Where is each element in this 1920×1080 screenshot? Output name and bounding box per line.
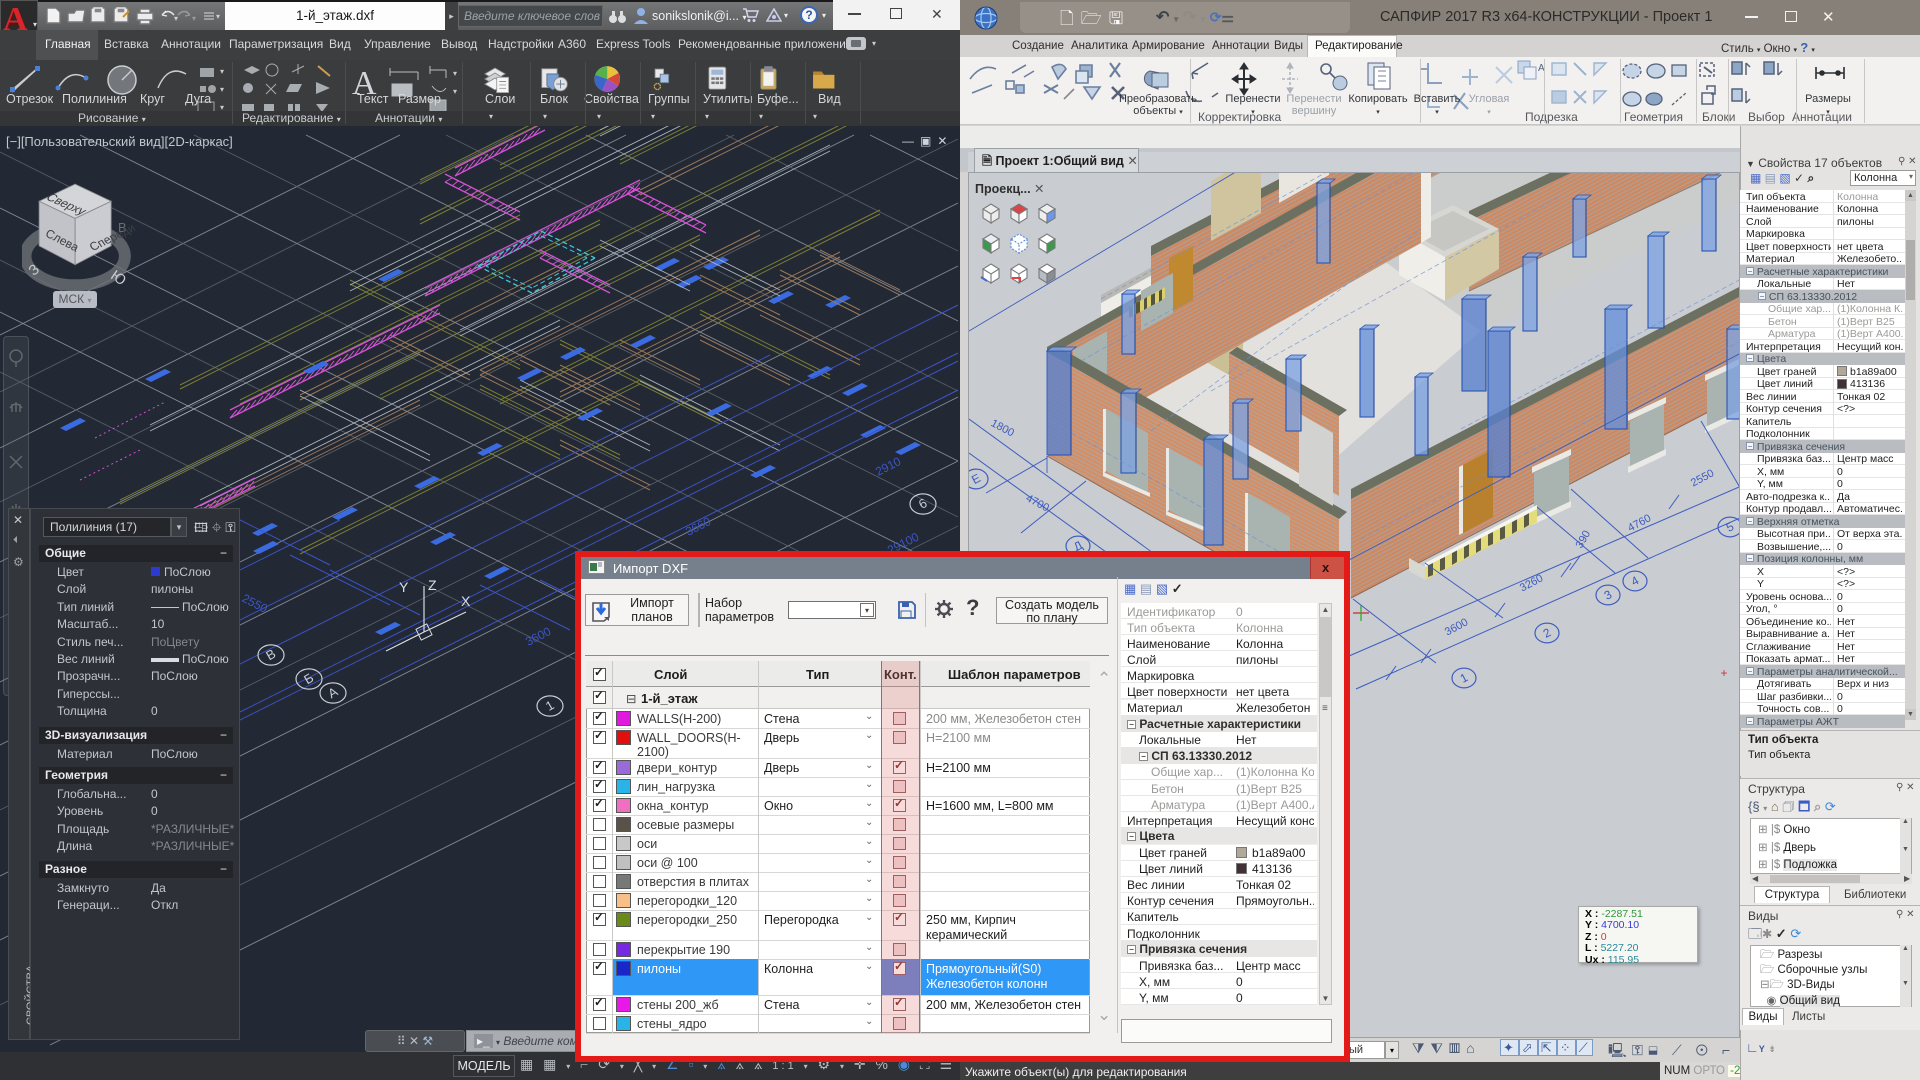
svg-text:В: В [263,646,278,663]
svg-text:3: 3 [1602,587,1615,603]
svg-text:2550: 2550 [1689,467,1716,489]
svg-text:X: X [461,593,471,609]
svg-text:5: 5 [1724,519,1737,535]
svg-text:⛭: ⛭ [653,82,661,93]
svg-text:6: 6 [916,495,930,512]
svg-text:3260: 3260 [1518,572,1545,594]
svg-text:А: А [325,684,340,701]
svg-text:▾: ▾ [220,85,224,94]
svg-text:▾: ▾ [216,12,220,21]
svg-text:4: 4 [1629,573,1642,589]
svg-text:Е: Е [969,471,983,487]
svg-text:3660: 3660 [683,514,713,539]
svg-text:▾: ▾ [453,69,457,78]
svg-text:390: 390 [1574,529,1594,551]
svg-text:Y: Y [399,579,409,595]
svg-text:3600: 3600 [523,624,553,649]
svg-text:Б: Б [301,670,316,687]
svg-text:▾: ▾ [192,14,196,23]
svg-text:+: + [1720,666,1727,680]
svg-text:▾: ▾ [174,14,178,23]
svg-text:▾: ▾ [220,67,224,76]
svg-text:3600: 3600 [1443,616,1470,638]
svg-text:Z: Z [428,577,437,593]
svg-text:▾: ▾ [453,87,457,96]
svg-text:2910: 2910 [873,454,903,479]
svg-text:2: 2 [1541,625,1554,641]
svg-text:4700: 4700 [1024,492,1051,514]
svg-text:4760: 4760 [1626,512,1653,534]
svg-text:1: 1 [543,697,557,714]
svg-text:1: 1 [1458,670,1471,686]
